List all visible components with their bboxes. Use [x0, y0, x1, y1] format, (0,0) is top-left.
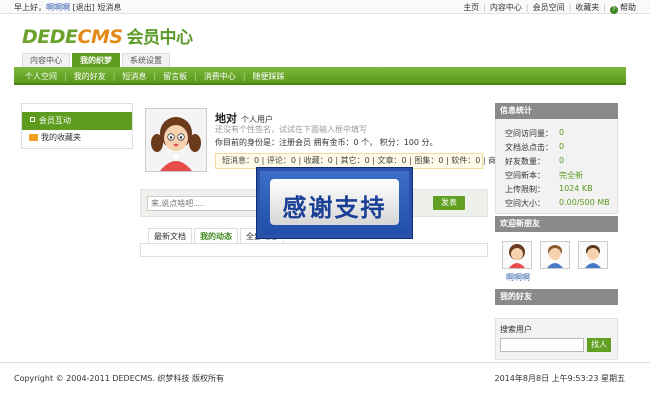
subnav-personal-space[interactable]: 个人空间 — [18, 72, 64, 81]
logout-link[interactable]: [退出] — [73, 3, 95, 12]
stat-space-version: 空间新本： 完全新 — [505, 170, 583, 181]
stat-value: 0 — [559, 142, 565, 151]
tab-content-center[interactable]: 内容中心 — [22, 53, 70, 67]
copyright-text: Copyright © 2004-2011 DEDECMS. 织梦科技 版权所有 — [14, 374, 224, 383]
boy-avatar-image — [585, 245, 601, 268]
stat-value: 1024 KB — [559, 184, 593, 193]
search-user-input[interactable] — [500, 338, 584, 352]
friend-avatar[interactable] — [502, 241, 532, 269]
subnav-my-friends[interactable]: 我的好友 — [67, 72, 113, 81]
boy-avatar-image — [547, 245, 563, 268]
friend-avatar[interactable] — [540, 241, 570, 269]
profile-identity: 你目前的身份是：注册会员 拥有金币：0 个， 积分：100 分。 — [215, 138, 438, 147]
stat-value: 完全新 — [559, 171, 583, 180]
user-avatar[interactable] — [145, 108, 207, 172]
tab-my-activity[interactable]: 我的动态 — [194, 228, 238, 243]
thanks-overlay: 感谢支持 — [257, 168, 412, 238]
tab-my-dede[interactable]: 我的织梦 — [72, 53, 120, 67]
stat-label: 空间新本： — [505, 171, 545, 180]
profile-stats-bar: 短消息：0 | 评论：0 | 收藏：0 | 其它：0 | 文章：0 | 图集：0… — [215, 153, 517, 169]
girl-avatar-image — [509, 244, 525, 268]
thanks-overlay-inner: 感谢支持 — [270, 179, 399, 225]
logo-dede: DEDE — [22, 26, 78, 48]
content-tab-panel — [140, 243, 488, 257]
collapse-icon — [30, 117, 35, 122]
post-button[interactable]: 发表 — [433, 196, 465, 210]
profile-signature: 还没有个性签名，试试在下面输入框中填写 — [215, 125, 367, 134]
stat-value: 0 — [559, 128, 565, 137]
search-user-label: 搜索用户 — [500, 325, 532, 334]
stat-label: 空间访问量： — [505, 129, 553, 138]
folder-icon — [29, 134, 38, 141]
tab-latest-docs[interactable]: 最新文档 — [148, 228, 192, 243]
search-user-button[interactable]: 找人 — [587, 338, 611, 352]
my-friends-title: 我的好友 — [495, 289, 618, 305]
main-tabs: 内容中心 我的织梦 系统设置 — [22, 53, 172, 67]
profile-user-type: 个人用户 — [241, 115, 273, 124]
sidebar-item-label: 我的收藏夹 — [41, 133, 81, 142]
sidebar-section-label: 会员互动 — [39, 116, 71, 125]
stat-space-visits: 空间访问量： 0 — [505, 128, 564, 139]
top-bar-left: 早上好，啊啊啊 [退出] 短消息 — [14, 2, 121, 13]
content-center-link[interactable]: 内容中心 — [490, 3, 522, 12]
stat-space-size: 空间大小： 0.00/500 MB — [505, 198, 610, 209]
info-stats-title: 信息统计 — [495, 103, 618, 119]
footer-divider — [0, 362, 650, 363]
top-bar-links: 主页 | 内容中心 | 会员空间 | 收藏夹 |? 帮助 — [463, 3, 636, 14]
subnav-guestbook[interactable]: 留言板 — [156, 72, 194, 81]
top-bar: 早上好，啊啊啊 [退出] 短消息 主页 | 内容中心 | 会员空间 | 收藏夹 |? 帮助 — [0, 0, 650, 14]
subnav-browse[interactable]: 随便踩踩 — [246, 72, 292, 81]
help-icon: ? — [610, 6, 618, 14]
member-space-link[interactable]: 会员空间 — [533, 3, 565, 12]
greeting-text: 早上好， — [14, 3, 46, 12]
stat-value: 0.00/500 MB — [559, 198, 610, 207]
footer-datetime: 2014年8月8日 上午9:53:23 星期五 — [494, 374, 625, 383]
stat-label: 文档总点击： — [505, 143, 553, 152]
avatar-girl-image — [146, 109, 206, 171]
new-friends-title: 欢迎新朋友 — [495, 216, 618, 232]
sidebar-item-favorites[interactable]: 我的收藏夹 — [22, 130, 132, 146]
sub-nav: 个人空间 | 我的好友 | 短消息 | 留言板 | 消费中心 | 随便踩踩 — [18, 71, 292, 82]
friend-avatar[interactable] — [578, 241, 608, 269]
new-friend-name[interactable]: 啊啊啊 — [506, 272, 530, 283]
stat-label: 空间大小： — [505, 199, 545, 208]
favorites-link[interactable]: 收藏夹 — [575, 3, 599, 12]
stat-upload-limit: 上传限制： 1024 KB — [505, 184, 593, 195]
logo-cms: CMS — [77, 26, 124, 48]
home-link[interactable]: 主页 — [463, 3, 479, 12]
stat-friend-count: 好友数量： 0 — [505, 156, 564, 167]
stat-label: 上传限制： — [505, 185, 545, 194]
tab-system-settings[interactable]: 系统设置 — [122, 53, 170, 67]
subnav-messages[interactable]: 短消息 — [115, 72, 153, 81]
left-sidebar: 会员互动 我的收藏夹 — [21, 103, 133, 149]
help-link[interactable]: 帮助 — [620, 3, 636, 12]
username-link[interactable]: 啊啊啊 — [46, 3, 70, 12]
stat-label: 好友数量： — [505, 157, 545, 166]
stat-value: 0 — [559, 156, 565, 165]
thanks-text: 感谢支持 — [282, 194, 387, 222]
messages-link[interactable]: 短消息 — [97, 3, 121, 12]
stat-doc-clicks: 文档总点击： 0 — [505, 142, 564, 153]
sidebar-section-member-interaction[interactable]: 会员互动 — [22, 112, 132, 130]
subnav-consumption[interactable]: 消费中心 — [197, 72, 243, 81]
logo[interactable]: DEDECMS 会员中心 — [22, 23, 193, 48]
logo-member-center: 会员中心 — [126, 28, 194, 48]
